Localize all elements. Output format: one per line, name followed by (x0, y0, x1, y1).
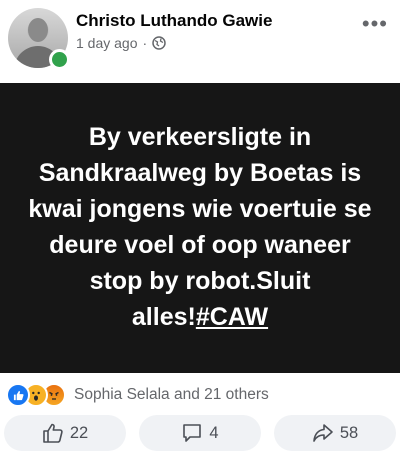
post-meta: 1 day ago · (76, 35, 166, 51)
reactions-bar[interactable]: Sophia Selala and 21 others (6, 381, 269, 409)
reactions-summary[interactable]: Sophia Selala and 21 others (74, 386, 269, 404)
comment-count: 4 (209, 423, 219, 442)
action-bar: 22 4 58 (0, 415, 400, 451)
like-reaction-icon (6, 383, 30, 407)
like-button[interactable]: 22 (4, 415, 126, 451)
avatar-face (28, 18, 48, 42)
post-body-text: By verkeersligte in Sandkraalweg by Boet… (28, 123, 372, 331)
meta-separator: · (142, 35, 148, 51)
comment-button[interactable]: 4 (139, 415, 261, 451)
post-background: By verkeersligte in Sandkraalweg by Boet… (0, 83, 400, 373)
author-avatar[interactable] (8, 8, 70, 70)
comment-icon (181, 422, 203, 444)
online-status-icon (49, 49, 70, 70)
post-timestamp[interactable]: 1 day ago (76, 35, 138, 51)
share-count: 58 (339, 423, 359, 442)
share-button[interactable]: 58 (274, 415, 396, 451)
thumbs-up-icon (42, 422, 64, 444)
post-header: Christo Luthando Gawie 1 day ago · ••• (0, 0, 400, 82)
like-count: 22 (69, 423, 89, 442)
globe-icon[interactable] (152, 36, 166, 50)
hashtag-link[interactable]: #CAW (196, 303, 268, 331)
author-name[interactable]: Christo Luthando Gawie (76, 11, 272, 31)
share-icon (312, 422, 334, 444)
more-options-icon[interactable]: ••• (362, 13, 388, 35)
post-body: By verkeersligte in Sandkraalweg by Boet… (20, 119, 380, 335)
